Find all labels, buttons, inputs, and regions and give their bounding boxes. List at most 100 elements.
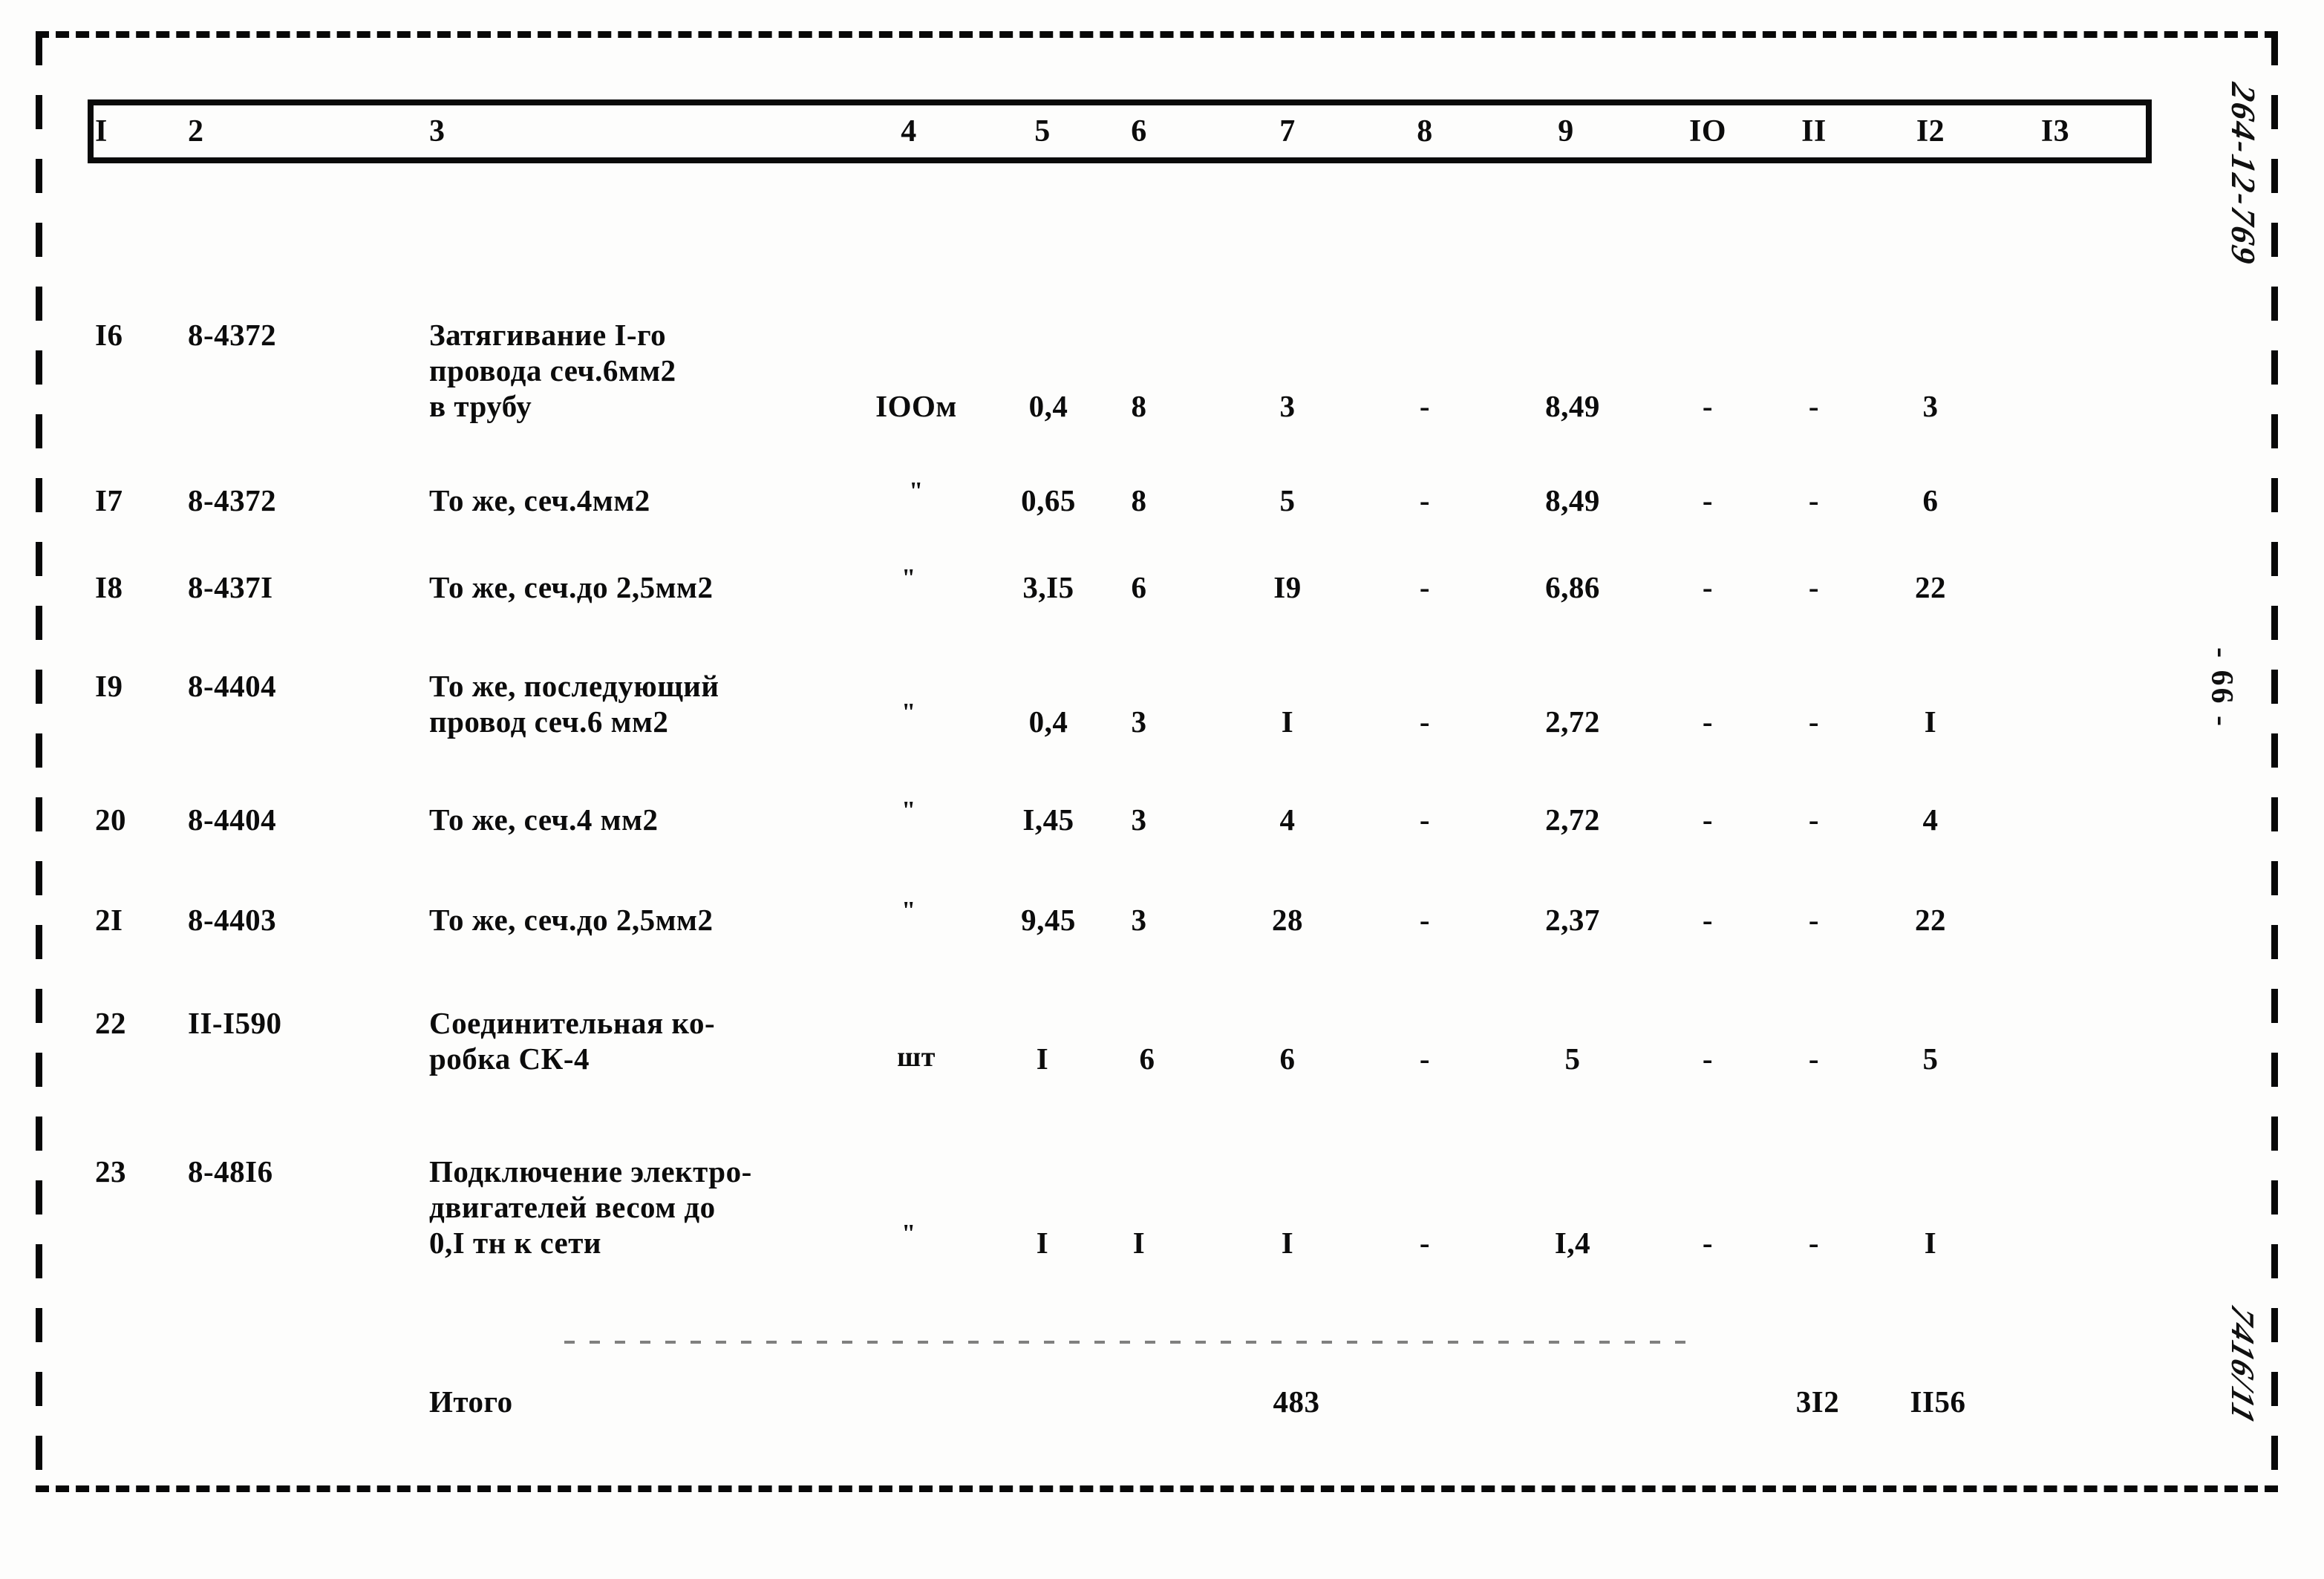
row-value-10: - <box>1702 903 1714 937</box>
row-value-6: 3 <box>1131 903 1147 937</box>
row-description-line-1: Соединительная ко- <box>429 1006 716 1040</box>
row-value-6: 6 <box>1139 1042 1155 1076</box>
row-value-11: - <box>1808 483 1820 517</box>
archive-code-margin-note: 264-12-769 <box>2225 79 2262 269</box>
outer-dashed-border <box>36 31 2278 1492</box>
table-row: 20 <box>95 802 126 837</box>
row-description-line-3: в трубу <box>429 389 532 423</box>
row-value-11: - <box>1808 802 1820 837</box>
row-value-9: I,4 <box>1554 1226 1591 1260</box>
row-value-9: 2,72 <box>1545 704 1600 739</box>
stamp-code-margin-note: 7416/11 <box>2225 1300 2261 1430</box>
row-value-7: 3 <box>1279 389 1296 423</box>
table-row: 23 <box>95 1154 126 1189</box>
row-value-8: - <box>1419 389 1431 423</box>
column-header-4: 4 <box>901 114 917 148</box>
row-description-line-1: Подключение электро- <box>429 1154 752 1189</box>
row-unit: " <box>901 797 916 824</box>
row-value-8: - <box>1419 903 1431 937</box>
row-value-10: - <box>1702 1226 1714 1260</box>
row-value-10: - <box>1702 389 1714 423</box>
table-row: I9 <box>95 669 123 703</box>
row-value-5: 3,I5 <box>1022 570 1074 604</box>
table-row: I8 <box>95 570 123 604</box>
column-header-2: 2 <box>188 114 204 148</box>
row-value-9: 5 <box>1564 1042 1581 1076</box>
row-value-11: - <box>1808 903 1820 937</box>
row-value-6: 3 <box>1131 802 1147 837</box>
row-value-8: - <box>1419 704 1431 739</box>
row-value-6: 8 <box>1131 389 1147 423</box>
row-code: 8-4403 <box>188 903 277 937</box>
row-value-9: 8,49 <box>1545 389 1600 423</box>
row-unit: " <box>901 564 916 592</box>
row-description-line-1: То же, последующий <box>429 669 719 703</box>
row-code: II-I590 <box>188 1006 282 1040</box>
row-value-12: 22 <box>1915 570 1946 604</box>
totals-value-7: 483 <box>1273 1385 1320 1419</box>
column-header-6: 6 <box>1131 114 1147 148</box>
row-value-7: I9 <box>1273 570 1302 604</box>
row-code: 8-4404 <box>188 669 277 703</box>
row-value-7: 5 <box>1279 483 1296 517</box>
row-description-line-2: робка СК-4 <box>429 1042 590 1076</box>
row-value-7: I <box>1281 1226 1294 1260</box>
column-header-8: 8 <box>1417 114 1433 148</box>
table-row: 2I <box>95 903 123 937</box>
row-description-line-2: двигателей весом до <box>429 1190 716 1224</box>
row-value-7: 6 <box>1279 1042 1296 1076</box>
row-unit: шт <box>897 1042 936 1073</box>
row-description-line-1: То же, сеч.4мм2 <box>429 483 650 517</box>
row-unit: " <box>909 477 924 505</box>
table-row: 22 <box>95 1006 126 1040</box>
row-value-9: 2,72 <box>1545 802 1600 837</box>
row-value-5: I <box>1036 1042 1049 1076</box>
row-value-6: I <box>1132 1226 1146 1260</box>
row-code: 8-4372 <box>188 318 277 352</box>
row-value-7: 28 <box>1272 903 1303 937</box>
column-header-11: II <box>1801 114 1827 148</box>
row-code: 8-48I6 <box>188 1154 273 1189</box>
row-value-12: I <box>1924 1226 1937 1260</box>
row-unit: " <box>901 1220 916 1247</box>
row-description-line-1: То же, сеч.до 2,5мм2 <box>429 570 714 604</box>
row-value-7: I <box>1281 704 1294 739</box>
row-unit: IOOм <box>875 389 957 423</box>
row-value-11: - <box>1808 1226 1820 1260</box>
row-value-8: - <box>1419 802 1431 837</box>
row-code: 8-4372 <box>188 483 277 517</box>
row-value-5: 9,45 <box>1021 903 1076 937</box>
row-value-9: 2,37 <box>1545 903 1600 937</box>
column-header-3: 3 <box>429 114 445 148</box>
row-unit: " <box>901 699 916 726</box>
row-value-7: 4 <box>1279 802 1296 837</box>
row-value-12: 4 <box>1922 802 1939 837</box>
row-value-6: 3 <box>1131 704 1147 739</box>
column-header-13: I3 <box>2040 114 2070 148</box>
row-value-12: 6 <box>1922 483 1939 517</box>
row-value-11: - <box>1808 570 1820 604</box>
table-row: I6 <box>95 318 123 352</box>
row-description-line-3: 0,I тн к сети <box>429 1226 601 1260</box>
row-description-line-1: То же, сеч.4 мм2 <box>429 802 659 837</box>
row-value-12: 3 <box>1922 389 1939 423</box>
row-value-5: 0,65 <box>1021 483 1076 517</box>
row-value-10: - <box>1702 802 1714 837</box>
row-value-10: - <box>1702 483 1714 517</box>
table-row: I7 <box>95 483 123 517</box>
row-value-9: 6,86 <box>1545 570 1600 604</box>
outer-dashed-border-right <box>2271 31 2278 1492</box>
scanned-page: I 2 3 4 5 6 7 8 9 IO II I2 I3 I6 8-4372 … <box>0 0 2324 1579</box>
row-description-line-2: провода сеч.6мм2 <box>429 353 676 388</box>
outer-dashed-border-left <box>36 31 42 1492</box>
row-value-5: I <box>1036 1226 1049 1260</box>
totals-label: Итого <box>429 1385 513 1419</box>
row-code: 8-4404 <box>188 802 277 837</box>
row-value-5: 0,4 <box>1028 389 1068 423</box>
row-value-5: 0,4 <box>1028 704 1068 739</box>
page-number-margin-note: - 66 - <box>2204 647 2239 728</box>
row-value-12: 5 <box>1922 1042 1939 1076</box>
column-header-9: 9 <box>1558 114 1574 148</box>
column-header-5: 5 <box>1034 114 1051 148</box>
row-value-11: - <box>1808 704 1820 739</box>
